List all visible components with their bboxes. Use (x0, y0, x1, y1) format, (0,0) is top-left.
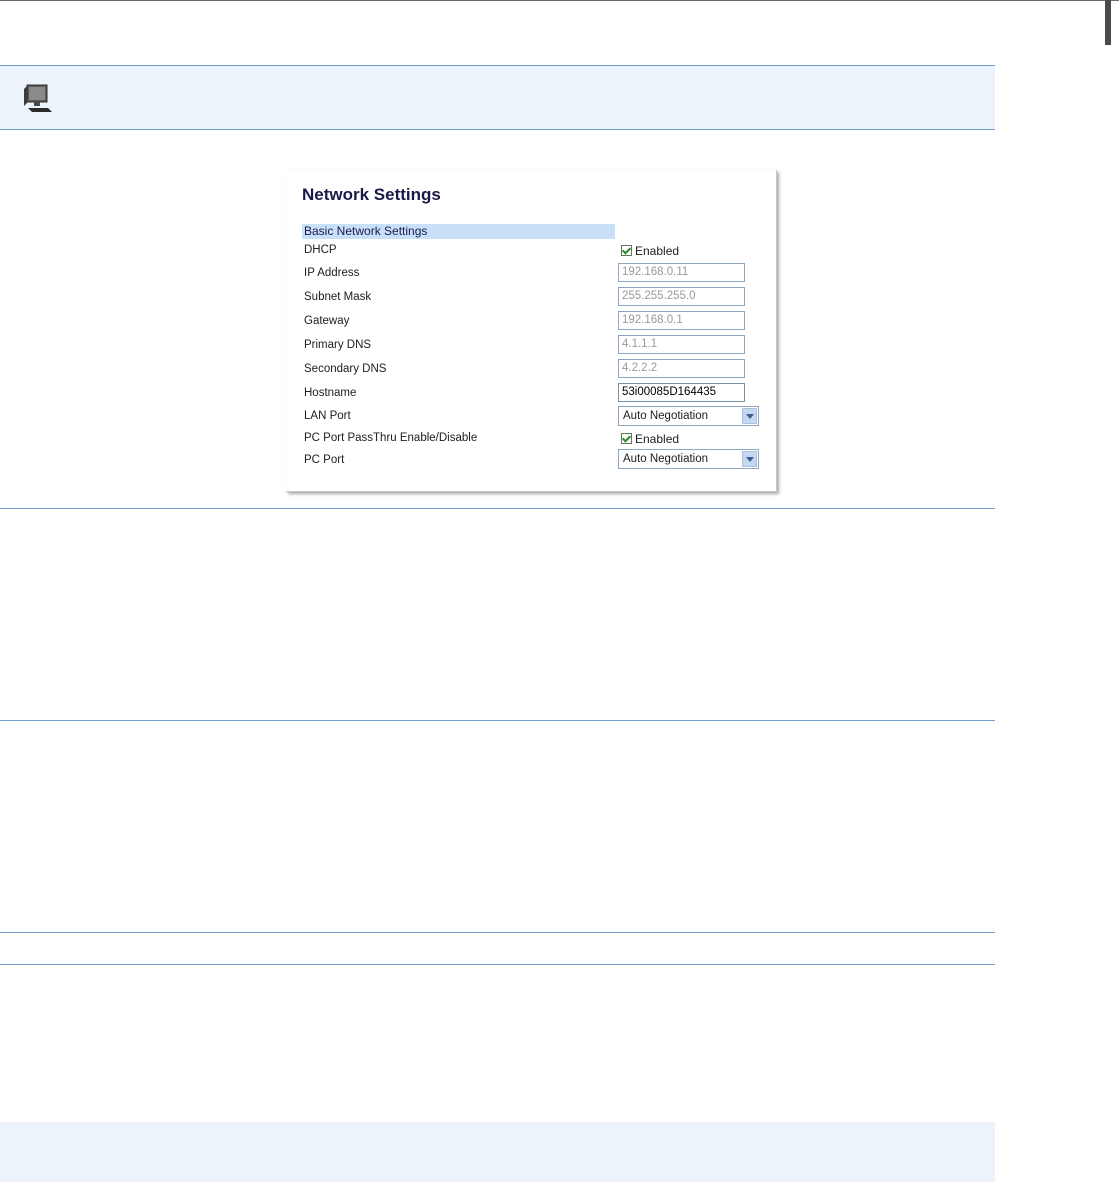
rule (0, 508, 995, 509)
primary-dns-field[interactable]: 4.1.1.1 (618, 335, 745, 354)
rule (0, 932, 995, 933)
subnet-mask-field[interactable]: 255.255.255.0 (618, 287, 745, 306)
footer-band (0, 1122, 995, 1182)
panel-title: Network Settings (302, 185, 441, 204)
subnet-mask-label: Subnet Mask (304, 291, 372, 303)
side-bar-marker (1105, 0, 1111, 45)
ip-address-field[interactable]: 192.168.0.11 (618, 263, 745, 282)
network-settings-panel: Network Settings Basic Network Settings … (286, 170, 777, 492)
lan-port-label: LAN Port (304, 410, 351, 422)
pc-port-passthru-label: PC Port PassThru Enable/Disable (304, 432, 478, 444)
hostname-field[interactable]: 53i00085D164435 (618, 383, 745, 402)
pc-port-select[interactable]: Auto Negotiation (618, 449, 759, 469)
rule (0, 964, 995, 965)
rule (0, 720, 995, 721)
lan-port-value: Auto Negotiation (623, 410, 709, 422)
rule (0, 65, 995, 66)
gateway-field[interactable]: 192.168.0.1 (618, 311, 745, 330)
header-band (0, 65, 995, 129)
pc-port-passthru-checkbox-label: Enabled (635, 432, 680, 446)
section-header: Basic Network Settings (302, 224, 615, 239)
checkbox-checked-icon[interactable] (621, 245, 632, 256)
hostname-label: Hostname (304, 387, 357, 399)
lan-port-select[interactable]: Auto Negotiation (618, 406, 759, 426)
pc-port-value: Auto Negotiation (623, 453, 709, 465)
checkbox-checked-icon[interactable] (621, 433, 632, 444)
pc-port-passthru-checkbox[interactable]: Enabled (621, 433, 679, 446)
chevron-down-icon[interactable] (742, 451, 757, 467)
top-rule (0, 0, 1119, 1)
secondary-dns-field[interactable]: 4.2.2.2 (618, 359, 745, 378)
chevron-down-icon[interactable] (742, 408, 757, 424)
dhcp-label: DHCP (304, 244, 337, 256)
gateway-label: Gateway (304, 315, 350, 327)
dhcp-checkbox[interactable]: Enabled (621, 245, 679, 258)
ip-address-label: IP Address (304, 267, 360, 279)
pc-port-label: PC Port (304, 454, 345, 466)
dhcp-checkbox-label: Enabled (635, 244, 680, 258)
secondary-dns-label: Secondary DNS (304, 363, 387, 375)
rule (0, 129, 995, 130)
primary-dns-label: Primary DNS (304, 339, 372, 351)
computer-icon (24, 84, 52, 112)
